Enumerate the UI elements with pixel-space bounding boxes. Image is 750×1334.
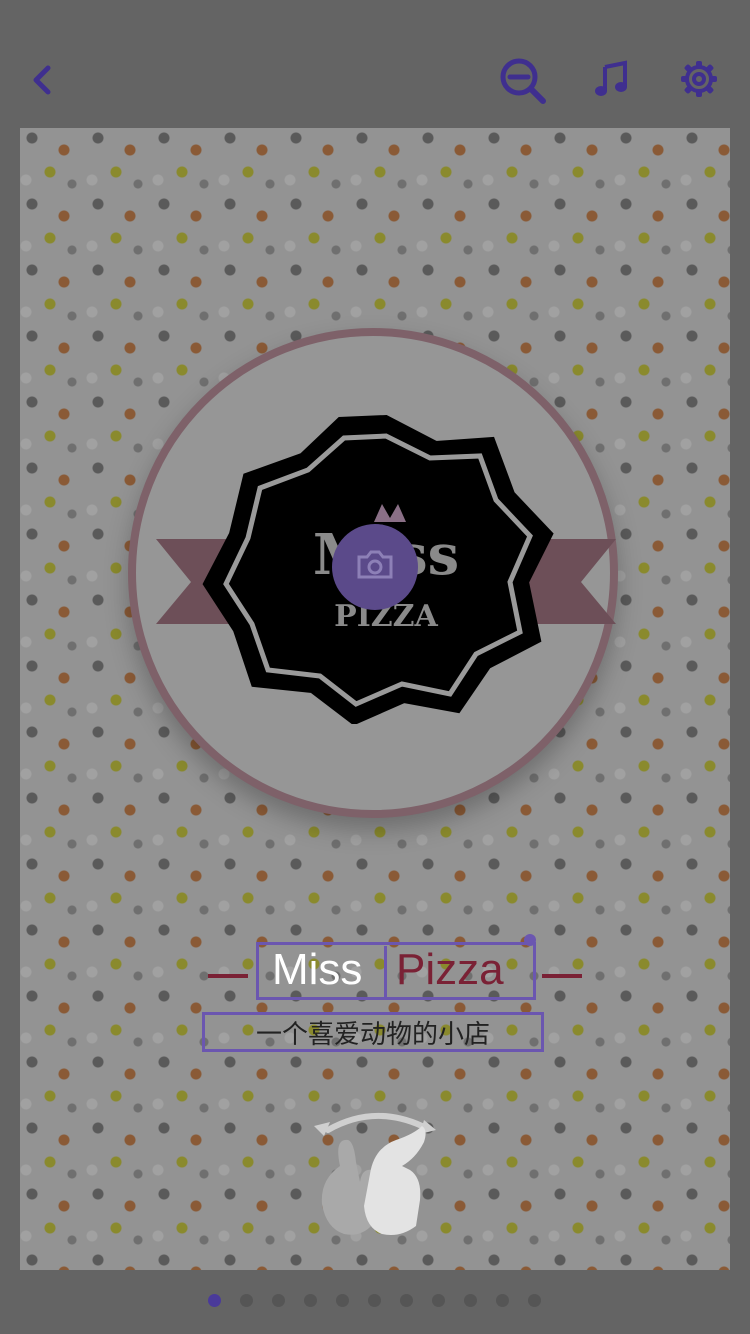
title-word-pizza: Pizza	[396, 945, 504, 994]
swipe-gesture-icon	[314, 1112, 436, 1235]
gear-icon	[679, 59, 719, 104]
page-dot[interactable]	[208, 1294, 221, 1307]
title-dash-left	[208, 974, 248, 978]
page-dot[interactable]	[496, 1294, 509, 1307]
page-dot[interactable]	[400, 1294, 413, 1307]
music-button[interactable]	[588, 58, 634, 104]
subtitle-text: 一个喜爱动物的小店	[255, 1018, 490, 1049]
zoom-out-icon	[498, 56, 548, 111]
page-dot[interactable]	[528, 1294, 541, 1307]
page-dot[interactable]	[304, 1294, 317, 1307]
page-dot[interactable]	[432, 1294, 445, 1307]
zoom-out-button[interactable]	[496, 56, 550, 110]
title-dash-right	[542, 974, 582, 978]
music-icon	[591, 59, 631, 104]
resize-handle[interactable]	[524, 934, 536, 946]
page-dot[interactable]	[272, 1294, 285, 1307]
title-block[interactable]: Miss Pizza	[190, 934, 600, 1004]
page-dot[interactable]	[464, 1294, 477, 1307]
camera-icon	[355, 549, 395, 586]
page-card[interactable]: Miss PIZZA Miss Pizza 一个喜爱动物的小店	[20, 128, 730, 1270]
photo-button[interactable]	[332, 524, 418, 610]
title-word-miss: Miss	[272, 945, 363, 994]
page-dot[interactable]	[368, 1294, 381, 1307]
page-dot[interactable]	[240, 1294, 253, 1307]
top-bar	[0, 0, 750, 128]
back-icon	[24, 62, 60, 103]
page-indicator	[0, 1292, 750, 1312]
settings-button[interactable]	[676, 58, 722, 104]
title-cursor	[384, 946, 387, 998]
back-button[interactable]	[20, 60, 64, 104]
page-dot[interactable]	[336, 1294, 349, 1307]
subtitle-text-box[interactable]: 一个喜爱动物的小店	[202, 1012, 544, 1052]
